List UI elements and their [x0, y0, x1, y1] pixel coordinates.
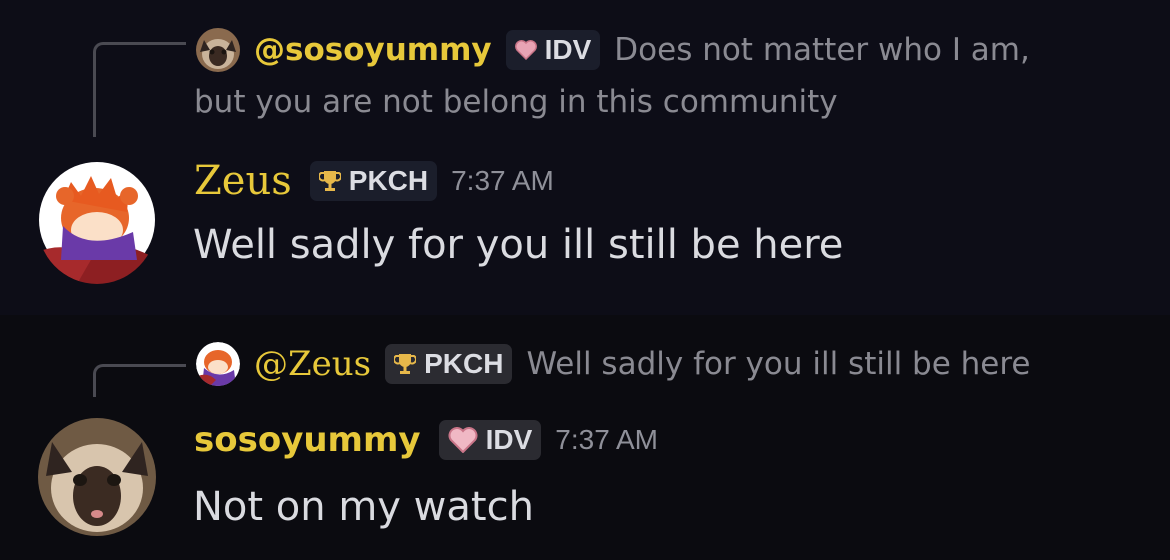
role-tag[interactable]: PKCH [385, 344, 513, 384]
author-name[interactable]: Zeus [194, 158, 292, 204]
trophy-icon [394, 352, 417, 376]
reply-preview-continued: but you are not belong in this community [194, 84, 838, 120]
timestamp[interactable]: 7:37 AM [555, 424, 658, 456]
role-tag-label: IDV [544, 34, 592, 65]
role-tag-label: PKCH [424, 348, 504, 379]
timestamp[interactable]: 7:37 AM [451, 165, 554, 197]
heart-icon [514, 40, 537, 60]
reply-avatar-sosoyummy[interactable] [196, 28, 240, 72]
reply-mention[interactable]: @sosoyummy [254, 32, 492, 68]
role-tag-label: PKCH [348, 165, 429, 196]
message-content: Well sadly for you ill still be here [193, 222, 844, 268]
reply-preview[interactable]: @sosoyummy IDV Does not matter who I am, [196, 28, 1030, 72]
role-tag[interactable]: PKCH [309, 161, 438, 201]
avatar-zeus[interactable] [37, 160, 157, 284]
message-content: Not on my watch [193, 484, 534, 530]
reply-connector [93, 364, 186, 397]
reply-preview[interactable]: @Zeus PKCH Well sadly for you ill still … [196, 342, 1031, 386]
role-tag-label: IDV [485, 424, 533, 455]
reply-text: Well sadly for you ill still be here [526, 346, 1031, 382]
role-tag[interactable]: IDV [505, 30, 601, 70]
reply-text: Does not matter who I am, [614, 32, 1030, 68]
avatar-sosoyummy[interactable] [38, 418, 156, 536]
reply-text-line2: but you are not belong in this community [194, 84, 838, 120]
reply-mention[interactable]: @Zeus [254, 344, 371, 384]
heart-icon [448, 427, 478, 453]
trophy-icon [318, 169, 341, 193]
author-name[interactable]: sosoyummy [194, 420, 421, 460]
message-header: Zeus PKCH 7:37 AM [194, 158, 554, 204]
role-tag[interactable]: IDV [438, 420, 542, 460]
message-header: sosoyummy IDV 7:37 AM [194, 420, 658, 460]
reply-avatar-zeus[interactable] [196, 342, 240, 386]
reply-connector [93, 42, 186, 137]
